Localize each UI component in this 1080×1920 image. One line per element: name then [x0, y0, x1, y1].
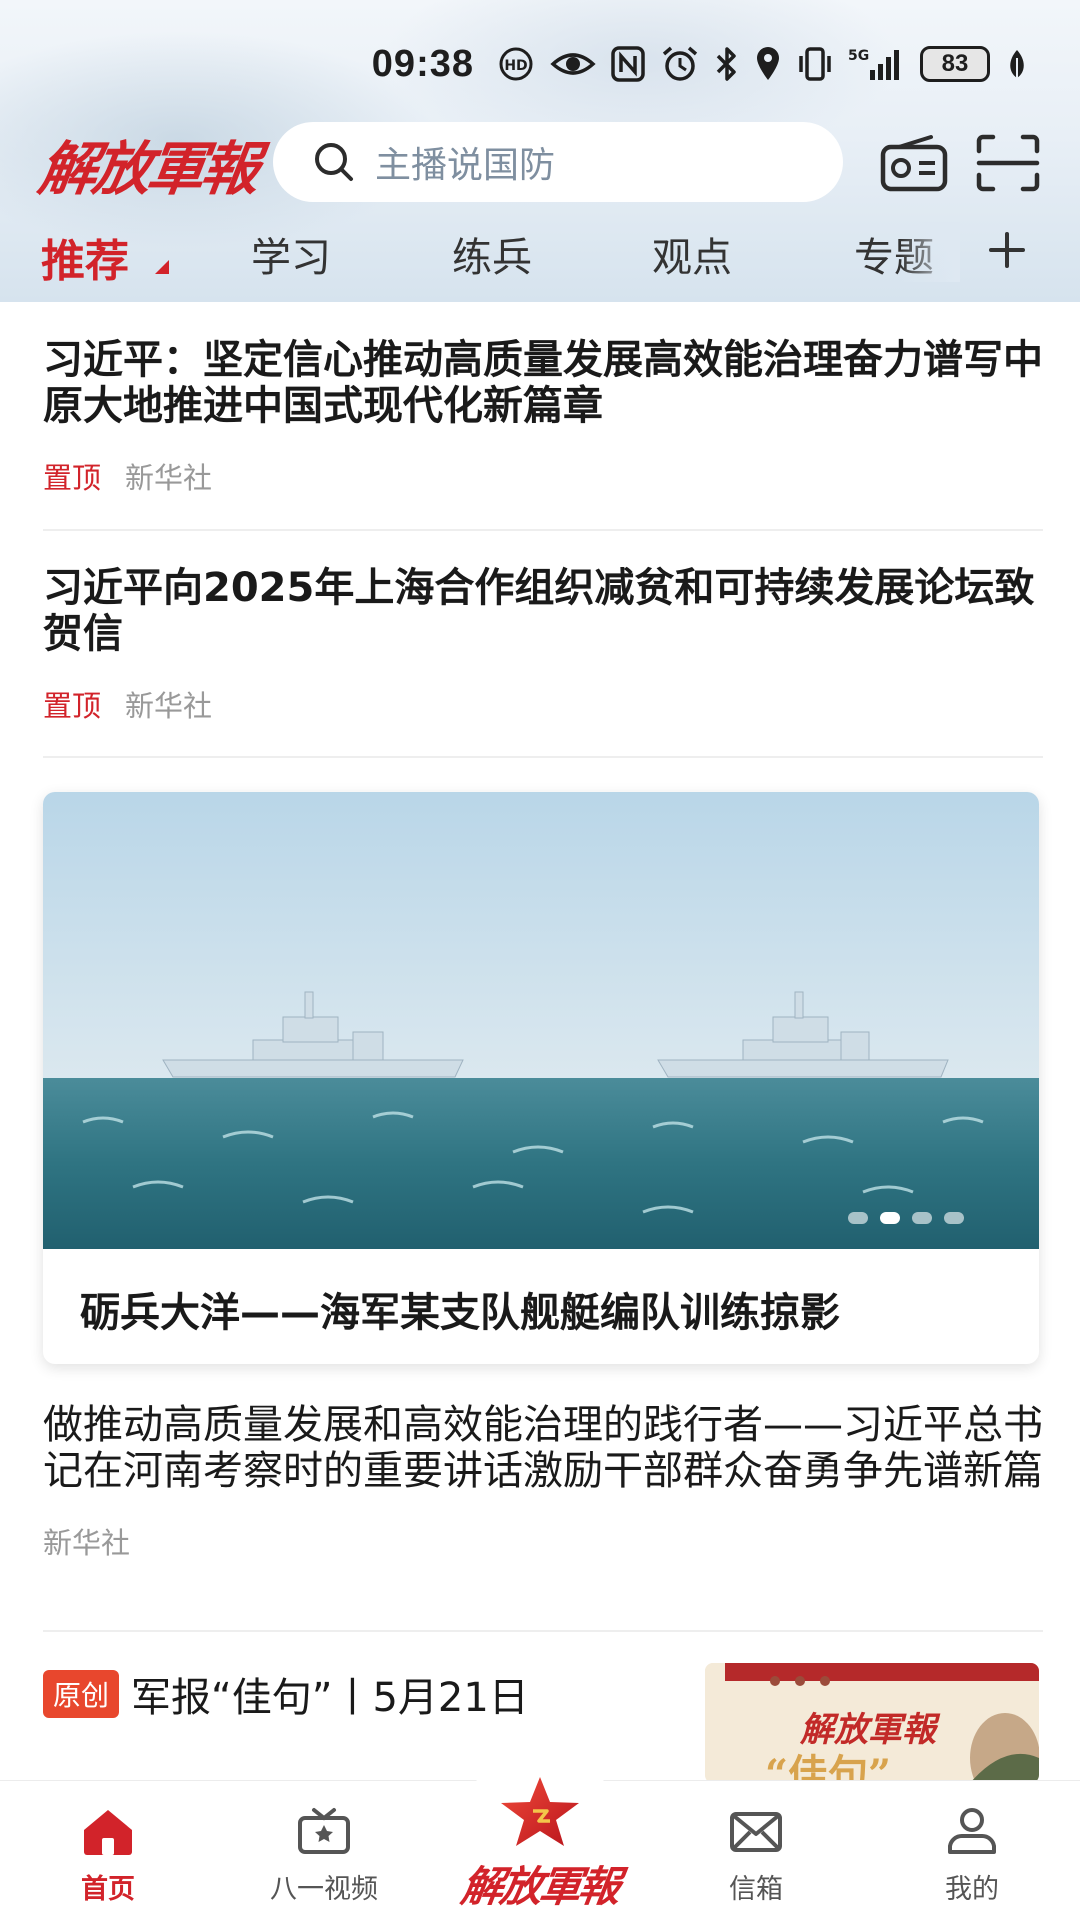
news-item[interactable]: 习近平向2025年上海合作组织减贫和可持续发展论坛致贺信 置顶 新华社	[43, 565, 1043, 725]
news-title: 习近平向2025年上海合作组织减贫和可持续发展论坛致贺信	[43, 565, 1035, 657]
news-meta: 置顶 新华社	[43, 683, 1043, 725]
nfc-icon	[610, 44, 646, 84]
add-channel-icon[interactable]	[985, 228, 1029, 272]
mail-icon	[726, 1803, 786, 1859]
news-meta: 新华社	[43, 1520, 1043, 1562]
tv-icon	[294, 1803, 354, 1859]
app-header: 09:38 HD 5G 83 解放軍報 主播说国防 推荐 学习 练兵 观点 专题	[0, 0, 1080, 302]
tab-opinion[interactable]: 观点	[652, 225, 732, 283]
leaf-icon	[1004, 44, 1030, 84]
pinned-tag: 置顶	[43, 689, 102, 723]
news-item[interactable]: 习近平：坚定信心推动高质量发展高效能治理奋力谱写中原大地推进中国式现代化新篇章 …	[43, 337, 1043, 497]
nav-center[interactable]: 解放軍報	[455, 1775, 625, 1915]
app-logo[interactable]: 解放軍報	[34, 122, 262, 206]
svg-text:HD: HD	[504, 58, 527, 74]
status-time: 09:38	[371, 42, 474, 85]
nav-video[interactable]: 八一视频	[244, 1781, 404, 1920]
carousel-dot[interactable]	[848, 1212, 868, 1224]
news-source: 新华社	[125, 461, 213, 495]
carousel-dot[interactable]	[944, 1212, 964, 1224]
svg-text:解放軍報: 解放軍報	[799, 1710, 941, 1750]
svg-text:5G: 5G	[848, 48, 869, 64]
hd-voice-icon: HD	[496, 44, 536, 84]
eye-icon	[550, 44, 596, 84]
nav-label: 八一视频	[270, 1874, 378, 1905]
news-item[interactable]: 原创 军报“佳句”丨5月21日	[43, 1665, 683, 1723]
news-title: 习近平：坚定信心推动高质量发展高效能治理奋力谱写中原大地推进中国式现代化新篇章	[43, 337, 1043, 429]
divider	[43, 529, 1043, 531]
battery-indicator: 83	[920, 46, 990, 82]
red-star-icon	[501, 1777, 579, 1846]
news-item[interactable]: 做推动高质量发展和高效能治理的践行者——习近平总书记在河南考察时的重要讲话激励干…	[43, 1402, 1043, 1562]
original-badge: 原创	[43, 1670, 120, 1718]
svg-text:“佳句”: “佳句”	[765, 1751, 891, 1783]
carousel-dot-active[interactable]	[880, 1212, 900, 1224]
vibrate-icon	[796, 44, 834, 84]
news-source: 新华社	[43, 1526, 131, 1560]
nav-mailbox[interactable]: 信箱	[676, 1781, 836, 1920]
carousel-image	[43, 792, 1039, 1249]
nav-profile[interactable]: 我的	[892, 1781, 1052, 1920]
nav-home[interactable]: 首页	[28, 1781, 188, 1920]
divider	[43, 1630, 1043, 1632]
search-icon	[311, 139, 357, 185]
news-thumbnail[interactable]: 解放軍報 “佳句”	[705, 1663, 1039, 1783]
tab-fade	[900, 222, 960, 282]
pinned-tag: 置顶	[43, 461, 102, 495]
home-icon	[78, 1803, 138, 1859]
active-tab-indicator	[155, 260, 169, 274]
user-icon	[942, 1803, 1002, 1859]
search-bar[interactable]: 主播说国防	[273, 122, 843, 202]
search-placeholder: 主播说国防	[375, 145, 556, 186]
news-title: 做推动高质量发展和高效能治理的践行者——习近平总书记在河南考察时的重要讲话激励干…	[43, 1402, 1043, 1494]
scan-icon[interactable]	[972, 130, 1044, 196]
location-icon	[754, 44, 782, 84]
carousel-card[interactable]: 砺兵大洋——海军某支队舰艇编队训练掠影	[43, 792, 1039, 1364]
status-bar: 09:38 HD 5G 83	[372, 38, 1030, 90]
nav-center-logo: 解放軍報	[458, 1862, 622, 1911]
tab-recommend[interactable]: 推荐	[41, 225, 129, 289]
news-source: 新华社	[125, 689, 213, 723]
radio-icon[interactable]	[878, 130, 950, 196]
divider	[43, 756, 1043, 758]
bluetooth-icon	[714, 44, 740, 84]
carousel-dot[interactable]	[912, 1212, 932, 1224]
tab-study[interactable]: 学习	[251, 225, 331, 283]
alarm-icon	[660, 44, 700, 84]
news-title: 军报“佳句”丨5月21日	[131, 1675, 529, 1721]
tab-training[interactable]: 练兵	[452, 225, 532, 283]
carousel-caption: 砺兵大洋——海军某支队舰艇编队训练掠影	[80, 1290, 840, 1336]
signal-icon: 5G	[848, 44, 906, 84]
nav-label: 首页	[81, 1874, 135, 1905]
nav-label: 信箱	[729, 1874, 783, 1905]
nav-label: 我的	[945, 1874, 999, 1905]
news-meta: 置顶 新华社	[43, 455, 1043, 497]
carousel-dots	[848, 1212, 964, 1224]
